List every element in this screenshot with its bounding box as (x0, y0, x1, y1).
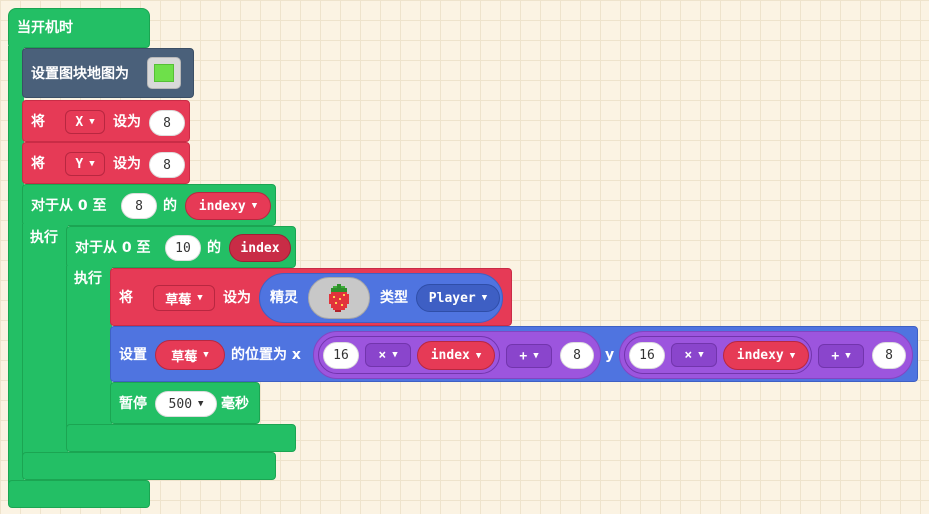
set-x-prefix: 将 (31, 114, 45, 130)
chevron-down-icon: ▼ (251, 201, 258, 211)
tilemap-thumbnail[interactable] (147, 57, 181, 89)
set-sprite-prefix: 将 (119, 290, 133, 306)
create-sprite-label: 精灵 (270, 290, 298, 306)
set-position-prefix: 设置 (119, 347, 147, 363)
sprite-kind-dropdown[interactable]: Player ▼ (416, 284, 500, 312)
outer-loop-do-label: 执行 (30, 230, 58, 246)
x-add-op-dropdown[interactable]: + ▼ (506, 344, 552, 368)
set-tilemap-label: 设置图块地图为 (31, 66, 129, 82)
strawberry-icon (329, 284, 349, 312)
chevron-down-icon: ▼ (698, 350, 704, 360)
outer-loop-to-input[interactable]: 8 (121, 193, 157, 219)
x-multiply-op-dropdown[interactable]: × ▼ (365, 343, 411, 367)
inner-loop-spine (66, 266, 112, 430)
chevron-down-icon: ▼ (481, 293, 488, 303)
position-sprite-label: 草莓 (171, 349, 198, 365)
set-tilemap-block[interactable]: 设置图块地图为 (22, 48, 194, 98)
chevron-down-icon: ▼ (89, 117, 95, 127)
outer-for-loop-block[interactable]: 对于从 0 至 8 的 indexy ▼ (22, 184, 276, 226)
y-indexy-var-label: indexy (736, 348, 784, 363)
x-add-op: + (519, 348, 528, 364)
pause-duration-dropdown[interactable]: 500 ▼ (155, 391, 217, 417)
on-start-label: 当开机时 (17, 20, 73, 36)
var-y-label: Y (75, 156, 84, 172)
x-index-var-dropdown[interactable]: index ▼ (417, 341, 495, 370)
x-index-var-label: index (430, 348, 470, 363)
chevron-down-icon: ▼ (197, 293, 203, 303)
on-start-block[interactable]: 当开机时 (8, 8, 150, 48)
y-multiply-expression[interactable]: 16 × ▼ indexy ▼ (624, 336, 812, 374)
position-sprite-dropdown[interactable]: 草莓 ▼ (155, 340, 225, 370)
set-position-block[interactable]: 设置 草莓 ▼ 的位置为 x 16 × ▼ index ▼ + ▼ 8 y 16 × ▼ (110, 326, 918, 382)
set-x-to-label: 设为 (113, 114, 141, 130)
x-value-input[interactable]: 8 (149, 110, 185, 136)
outer-loop-label: 对于从 0 至 (31, 198, 107, 214)
set-x-block[interactable]: 将 X ▼ 设为 8 (22, 100, 190, 142)
chevron-down-icon: ▼ (198, 399, 204, 409)
set-sprite-to-label: 设为 (223, 290, 251, 306)
indexy-var-dropdown[interactable]: indexy ▼ (185, 192, 271, 220)
y-multiply-op: × (684, 347, 693, 363)
chevron-down-icon: ▼ (533, 351, 539, 361)
y-add-input[interactable]: 8 (872, 342, 906, 369)
y-value-input[interactable]: 8 (149, 152, 185, 178)
inner-loop-to-input[interactable]: 10 (165, 235, 201, 261)
set-y-block[interactable]: 将 Y ▼ 设为 8 (22, 142, 190, 184)
pause-block[interactable]: 暂停 500 ▼ 毫秒 (110, 382, 260, 424)
inner-loop-footer (66, 424, 296, 452)
indexy-var-label: indexy (198, 198, 246, 214)
inner-loop-do-label: 执行 (74, 271, 102, 287)
chevron-down-icon: ▼ (392, 350, 398, 360)
outer-loop-of-label: 的 (163, 198, 177, 214)
y-add-expression[interactable]: 16 × ▼ indexy ▼ + ▼ 8 (619, 331, 913, 379)
outer-loop-spine (22, 224, 68, 458)
y-indexy-var-dropdown[interactable]: indexy ▼ (723, 341, 809, 370)
x-multiply-op: × (378, 347, 387, 363)
pause-unit-label: 毫秒 (221, 396, 249, 412)
chevron-down-icon: ▼ (89, 159, 95, 169)
var-x-dropdown[interactable]: X ▼ (65, 110, 105, 134)
strawberry-var-dropdown[interactable]: 草莓 ▼ (153, 285, 215, 311)
var-x-label: X (75, 114, 84, 130)
outer-loop-footer (22, 452, 276, 480)
inner-loop-of-label: 的 (207, 240, 221, 256)
inner-for-loop-block[interactable]: 对于从 0 至 10 的 index (66, 226, 296, 268)
sprite-kind-label: 类型 (380, 290, 408, 306)
on-start-footer (8, 480, 150, 508)
position-x-label: 的位置为 x (231, 347, 301, 363)
set-sprite-block[interactable]: 将 草莓 ▼ 设为 精灵 类型 Player ▼ (110, 268, 512, 326)
tilemap-swatch (154, 64, 174, 82)
sprite-kind-value: Player (428, 290, 476, 306)
var-y-dropdown[interactable]: Y ▼ (65, 152, 105, 176)
x-multiply-expression[interactable]: 16 × ▼ index ▼ (318, 336, 500, 374)
y-factor-input[interactable]: 16 (629, 342, 665, 369)
sprite-image-picker[interactable] (308, 277, 370, 319)
y-add-op-dropdown[interactable]: + ▼ (818, 344, 864, 368)
x-add-expression[interactable]: 16 × ▼ index ▼ + ▼ 8 (313, 331, 601, 379)
position-y-label: y (605, 347, 615, 363)
index-var-label: index (240, 240, 280, 256)
strawberry-var-label: 草莓 (165, 292, 192, 308)
pause-label: 暂停 (119, 396, 147, 412)
chevron-down-icon: ▼ (203, 350, 209, 360)
x-factor-input[interactable]: 16 (323, 342, 359, 369)
chevron-down-icon: ▼ (789, 350, 796, 361)
x-add-input[interactable]: 8 (560, 342, 594, 369)
y-multiply-op-dropdown[interactable]: × ▼ (671, 343, 717, 367)
index-var-dropdown[interactable]: index (229, 234, 291, 262)
create-sprite-block[interactable]: 精灵 类型 Player ▼ (259, 273, 503, 323)
y-add-op: + (831, 348, 840, 364)
chevron-down-icon: ▼ (475, 350, 482, 361)
inner-loop-label: 对于从 0 至 (75, 240, 151, 256)
pause-duration-value: 500 (168, 396, 193, 412)
set-y-prefix: 将 (31, 156, 45, 172)
chevron-down-icon: ▼ (845, 351, 851, 361)
set-y-to-label: 设为 (113, 156, 141, 172)
